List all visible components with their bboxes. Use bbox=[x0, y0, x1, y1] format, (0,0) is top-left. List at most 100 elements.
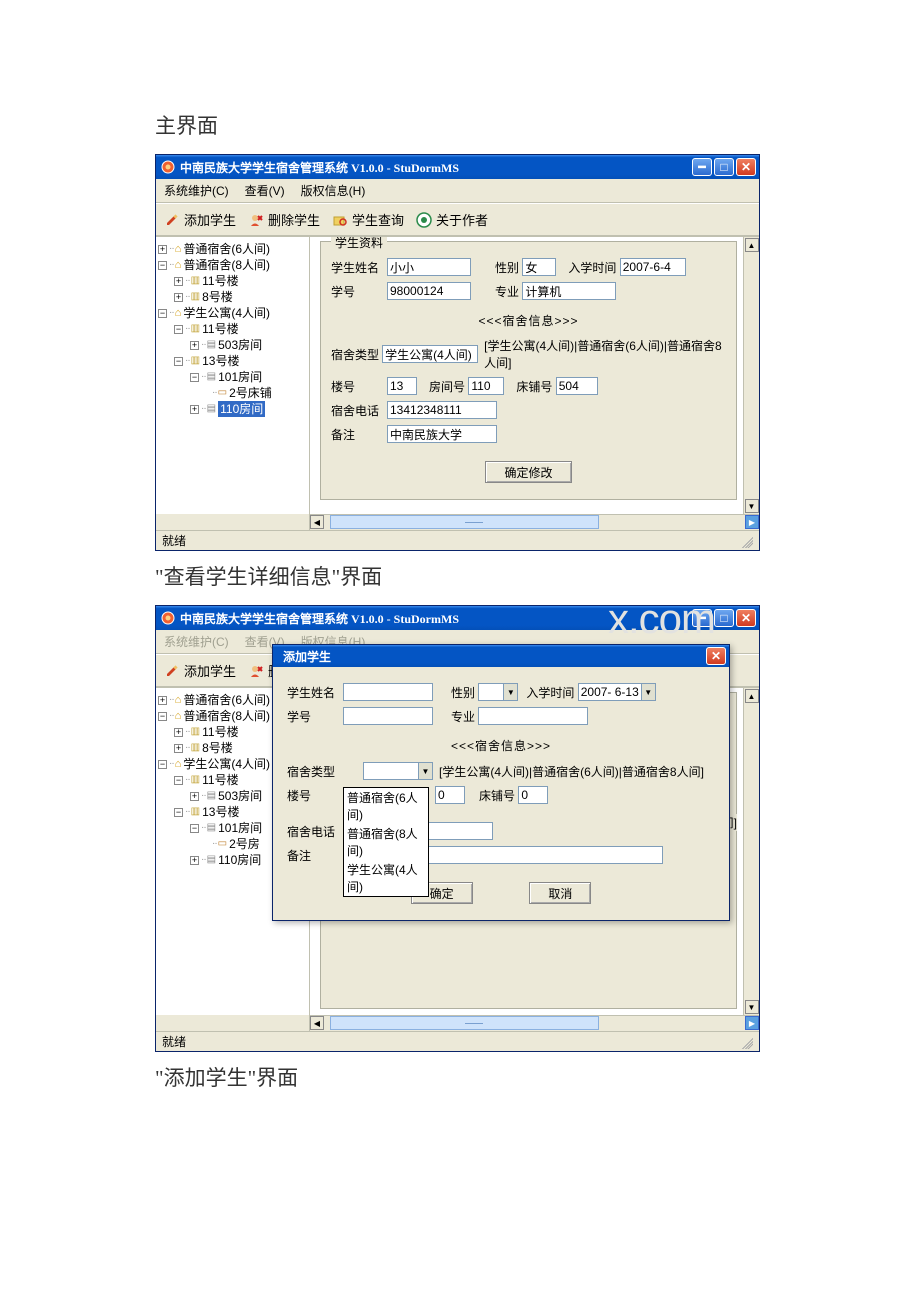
collapse-icon[interactable]: − bbox=[174, 357, 183, 366]
room-input[interactable] bbox=[468, 377, 504, 395]
tree-node[interactable]: 101房间 bbox=[218, 820, 262, 836]
collapse-icon[interactable]: − bbox=[158, 261, 167, 270]
chevron-down-icon[interactable]: ▼ bbox=[641, 684, 655, 700]
tree-node[interactable]: 2号床铺 bbox=[229, 385, 272, 401]
name-input[interactable] bbox=[387, 258, 471, 276]
sid-input[interactable] bbox=[387, 282, 471, 300]
expand-icon[interactable]: + bbox=[174, 293, 183, 302]
tree-node[interactable]: 8号楼 bbox=[202, 289, 233, 305]
confirm-modify-button[interactable]: 确定修改 bbox=[485, 461, 571, 483]
bed-input[interactable] bbox=[556, 377, 598, 395]
collapse-icon[interactable]: − bbox=[158, 309, 167, 318]
tree-node[interactable]: 11号楼 bbox=[202, 724, 238, 740]
toolbar-about[interactable]: 关于作者 bbox=[416, 210, 488, 229]
scroll-left-icon[interactable]: ◀ bbox=[310, 515, 324, 529]
close-button[interactable]: ✕ bbox=[736, 609, 756, 627]
toolbar-add-student[interactable]: 添加学生 bbox=[164, 210, 236, 229]
bed-input[interactable] bbox=[518, 786, 548, 804]
note-input[interactable] bbox=[387, 425, 497, 443]
tree-node[interactable]: 11号楼 bbox=[202, 772, 238, 788]
tree-node-selected[interactable]: 110房间 bbox=[218, 401, 265, 417]
gender-input[interactable] bbox=[522, 258, 556, 276]
dropdown-option[interactable]: 普通宿舍(8人间) bbox=[344, 824, 428, 860]
tree-node[interactable]: 101房间 bbox=[218, 369, 262, 385]
minimize-button[interactable]: ━ bbox=[692, 158, 712, 176]
chevron-down-icon[interactable]: ▼ bbox=[503, 684, 517, 700]
expand-icon[interactable]: + bbox=[174, 277, 183, 286]
scroll-up-icon[interactable]: ▲ bbox=[745, 238, 759, 252]
major-input[interactable] bbox=[522, 282, 616, 300]
tree-node[interactable]: 普通宿舍(8人间) bbox=[183, 257, 270, 273]
room-input[interactable] bbox=[435, 786, 465, 804]
collapse-icon[interactable]: − bbox=[174, 808, 183, 817]
horizontal-scrollbar[interactable]: ◀ ▶ bbox=[310, 514, 759, 530]
scroll-left-icon[interactable]: ◀ bbox=[310, 1016, 324, 1030]
expand-icon[interactable]: + bbox=[190, 405, 199, 414]
vertical-scrollbar[interactable]: ▲ ▼ bbox=[743, 688, 759, 1015]
tree-node[interactable]: 普通宿舍(6人间) bbox=[183, 692, 270, 708]
tree-node[interactable]: 普通宿舍(6人间) bbox=[183, 241, 270, 257]
tree-node[interactable]: 学生公寓(4人间) bbox=[183, 305, 270, 321]
tree-node[interactable]: 11号楼 bbox=[202, 321, 238, 337]
resize-grip-icon[interactable] bbox=[739, 534, 753, 548]
menu-copyright[interactable]: 版权信息(H) bbox=[297, 181, 370, 200]
menu-view[interactable]: 查看(V) bbox=[241, 181, 289, 200]
cancel-button[interactable]: 取消 bbox=[529, 882, 591, 904]
expand-icon[interactable]: + bbox=[158, 696, 167, 705]
expand-icon[interactable]: + bbox=[174, 728, 183, 737]
tree-node[interactable]: 2号房 bbox=[229, 836, 260, 852]
close-button[interactable]: ✕ bbox=[736, 158, 756, 176]
scroll-thumb[interactable] bbox=[330, 515, 599, 529]
bed-icon: ▭ bbox=[218, 385, 227, 401]
dropdown-option[interactable]: 普通宿舍(6人间) bbox=[344, 788, 428, 824]
tree-node[interactable]: 503房间 bbox=[218, 337, 262, 353]
collapse-icon[interactable]: − bbox=[158, 760, 167, 769]
dialog-close-button[interactable]: ✕ bbox=[706, 647, 726, 665]
collapse-icon[interactable]: − bbox=[174, 776, 183, 785]
tree-node[interactable]: 普通宿舍(8人间) bbox=[183, 708, 270, 724]
tree-node[interactable]: 13号楼 bbox=[202, 353, 239, 369]
collapse-icon[interactable]: − bbox=[174, 325, 183, 334]
horizontal-scrollbar[interactable]: ◀ ▶ bbox=[310, 1015, 759, 1031]
tree-node[interactable]: 13号楼 bbox=[202, 804, 239, 820]
collapse-icon[interactable]: − bbox=[190, 824, 199, 833]
scroll-down-icon[interactable]: ▼ bbox=[745, 499, 759, 513]
scroll-up-icon[interactable]: ▲ bbox=[745, 689, 759, 703]
tree-node[interactable]: 8号楼 bbox=[202, 740, 233, 756]
resize-grip-icon[interactable] bbox=[739, 1035, 753, 1049]
chevron-down-icon[interactable]: ▼ bbox=[418, 763, 432, 779]
expand-icon[interactable]: + bbox=[174, 744, 183, 753]
dropdown-option[interactable]: 学生公寓(4人间) bbox=[344, 860, 428, 896]
toolbar-query-student[interactable]: 学生查询 bbox=[332, 210, 404, 229]
titlebar[interactable]: 中南民族大学学生宿舍管理系统 V1.0.0 - StuDormMS ━ □ ✕ bbox=[156, 155, 759, 179]
major-input[interactable] bbox=[478, 707, 588, 725]
type-input[interactable] bbox=[382, 345, 478, 363]
scroll-thumb[interactable] bbox=[330, 1016, 599, 1030]
name-input[interactable] bbox=[343, 683, 433, 701]
tree-node[interactable]: 学生公寓(4人间) bbox=[183, 756, 270, 772]
tree-node[interactable]: 110房间 bbox=[218, 852, 261, 868]
tree-node[interactable]: 11号楼 bbox=[202, 273, 238, 289]
expand-icon[interactable]: + bbox=[158, 245, 167, 254]
type-dropdown-list[interactable]: 普通宿舍(6人间) 普通宿舍(8人间) 学生公寓(4人间) bbox=[343, 787, 429, 897]
toolbar-delete-student[interactable]: 删除学生 bbox=[248, 210, 320, 229]
sid-input[interactable] bbox=[343, 707, 433, 725]
building-input[interactable] bbox=[387, 377, 417, 395]
toolbar-add-student[interactable]: 添加学生 bbox=[164, 661, 236, 680]
phone-input[interactable] bbox=[387, 401, 497, 419]
collapse-icon[interactable]: − bbox=[190, 373, 199, 382]
vertical-scrollbar[interactable]: ▲ ▼ bbox=[743, 237, 759, 514]
enroll-input[interactable] bbox=[620, 258, 686, 276]
collapse-icon[interactable]: − bbox=[158, 712, 167, 721]
expand-icon[interactable]: + bbox=[190, 792, 199, 801]
dorm-tree[interactable]: +··⌂普通宿舍(6人间) −··⌂普通宿舍(8人间) +··▥11号楼 +··… bbox=[156, 237, 310, 514]
scroll-right-icon[interactable]: ▶ bbox=[745, 515, 759, 529]
expand-icon[interactable]: + bbox=[190, 341, 199, 350]
scroll-down-icon[interactable]: ▼ bbox=[745, 1000, 759, 1014]
maximize-button[interactable]: □ bbox=[714, 158, 734, 176]
dialog-titlebar[interactable]: 添加学生 ✕ bbox=[273, 645, 729, 667]
menu-system[interactable]: 系统维护(C) bbox=[160, 181, 233, 200]
scroll-right-icon[interactable]: ▶ bbox=[745, 1016, 759, 1030]
tree-node[interactable]: 503房间 bbox=[218, 788, 262, 804]
expand-icon[interactable]: + bbox=[190, 856, 199, 865]
